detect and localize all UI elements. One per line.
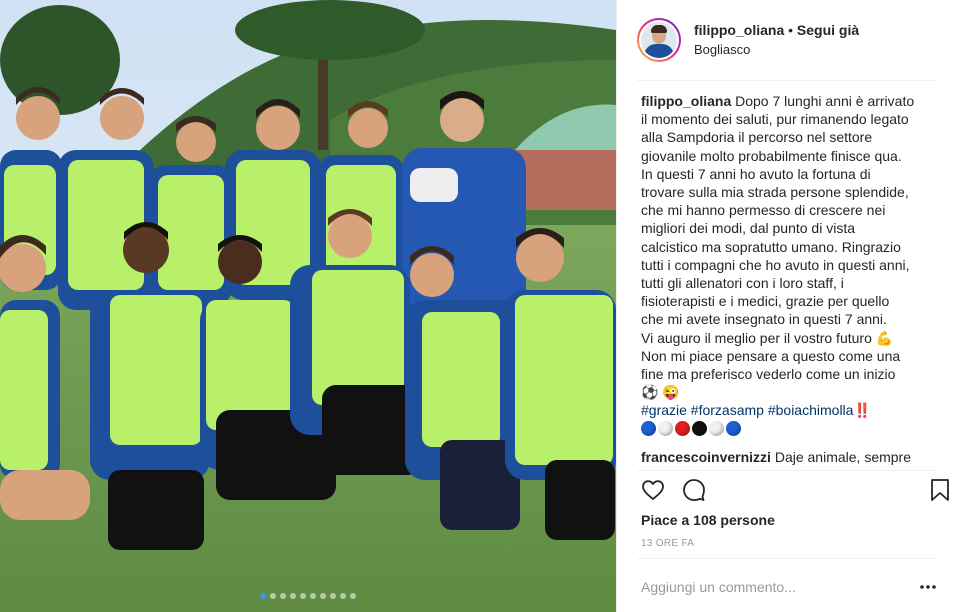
caption-line: tutti gli allenatori con i loro staff, i [641,275,844,292]
carousel-dot[interactable] [350,593,356,599]
hashtags-link[interactable]: #grazie #forzasamp #boiachimolla [641,402,853,418]
caption-line: alla Sampdoria il percorso nel settore [641,129,873,146]
divider [637,80,936,81]
caption-line: In questi 7 anni ho avuto la fortuna di [641,165,871,182]
avatar[interactable] [637,18,681,62]
carousel-dot[interactable] [340,593,346,599]
caption-line: tutti i compagni che ho avuto in questi … [641,256,910,273]
avatar-image [641,22,677,58]
comment-text: Daje animale, sempre [774,448,911,465]
bookmark-icon[interactable] [929,478,951,507]
caption-line: giovanile molto probabilmente finisce qu… [641,147,902,164]
comment-icon[interactable] [682,478,706,507]
post-details-panel: filippo_oliana • Segui già Bogliasco fil… [616,0,960,612]
post-header: filippo_oliana • Segui già Bogliasco [637,14,937,66]
colored-circle-emoji [641,421,656,437]
caption-line: Vi auguro il meglio per il vostro futuro [641,329,872,346]
soccer-ball-emoji: ⚽ [641,384,659,401]
colored-circle-emoji [675,421,690,437]
post-actions [641,478,953,504]
comments-section: filippo_oliana Dopo 7 lunghi anni è arri… [641,92,939,466]
winking-face-emoji: 😜 [662,384,680,401]
sampdoria-colors-emoji-row [641,420,939,438]
carousel-dot[interactable] [270,593,276,599]
caption-username-link[interactable]: filippo_oliana [641,93,731,109]
caption: filippo_oliana Dopo 7 lunghi anni è arri… [641,92,939,438]
caption-line: fisioterapisti e i medici, grazie per qu… [641,293,890,310]
username-link[interactable]: filippo_oliana [694,22,784,38]
colored-circle-emoji [658,421,673,437]
caption-line: calcistico ma sopratutto umano. Ringrazi… [641,238,901,255]
caption-line: Dopo 7 lunghi anni è arrivato [735,93,915,109]
heart-icon[interactable] [641,478,665,507]
colored-circle-emoji [692,421,707,437]
carousel-dot[interactable] [330,593,336,599]
carousel-dot[interactable] [280,593,286,599]
header-separator: • [788,22,794,38]
caption-line: trovare sulla mia strada persone splendi… [641,184,909,201]
team-photo-illustration [0,0,616,612]
colored-circle-emoji [709,421,724,437]
post-photo[interactable] [0,0,616,612]
exclamation-emoji: ‼️ [853,402,871,419]
add-comment-input[interactable] [641,576,901,598]
colored-circle-emoji [726,421,741,437]
carousel-dot[interactable] [290,593,296,599]
caption-line: il momento dei saluti, pur rimanendo leg… [641,111,909,128]
follow-button[interactable]: Segui già [797,22,859,38]
carousel-indicator [0,593,616,599]
caption-line: fine ma preferisco vederlo come un inizi… [641,366,896,383]
carousel-dot[interactable] [300,593,306,599]
comment-username-link[interactable]: francescoinvernizzi [641,449,771,465]
more-options-icon[interactable] [917,578,939,596]
carousel-dot[interactable] [310,593,316,599]
divider [637,558,936,559]
likes-count[interactable]: Piace a 108 persone [641,512,775,528]
carousel-dot[interactable] [320,593,326,599]
location-link[interactable]: Bogliasco [694,41,859,59]
caption-line: che mi avete insegnato in questi 7 anni. [641,311,887,328]
caption-line: che mi hanno permesso di crescere nei [641,202,886,219]
comment-item: francescoinvernizzi Daje animale, sempre [641,448,939,466]
flexed-biceps-emoji: 💪 [875,329,894,346]
caption-line: Non mi piace pensare a questo come una [641,347,901,364]
carousel-dot[interactable] [260,593,266,599]
post-timestamp: 13 ORE FA [641,538,695,549]
caption-line: migliori dei modi, dal punto di vista [641,220,855,237]
divider [637,470,936,471]
